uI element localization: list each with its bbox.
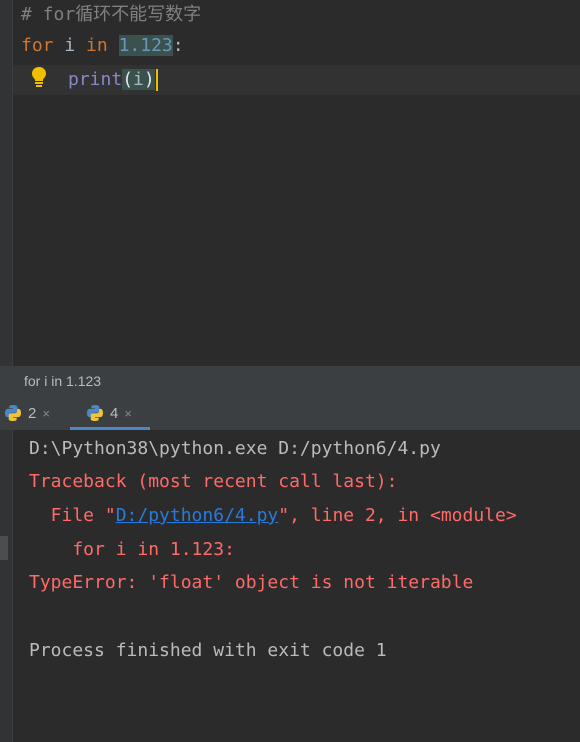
- run-tab-label: 2: [28, 404, 37, 422]
- console-error-line: TypeError: 'float' object is not iterabl…: [29, 572, 474, 593]
- code-line-1[interactable]: # for循环不能写数字: [21, 0, 201, 30]
- number-literal: 1.123: [118, 35, 173, 56]
- file-link[interactable]: D:/python6/4.py: [116, 505, 279, 526]
- console-file-line: File "D:/python6/4.py", line 2, in <modu…: [29, 501, 517, 531]
- run-tab-label: 4: [110, 404, 119, 422]
- loop-variable: i: [53, 35, 87, 56]
- close-paren: ): [143, 69, 155, 90]
- file-suffix: ", line 2, in <module>: [278, 505, 517, 526]
- argument: i: [133, 69, 144, 90]
- keyword-for: for: [21, 35, 54, 56]
- console-traceback-header: Traceback (most recent call last):: [29, 471, 398, 492]
- console-gutter-marker: [0, 536, 8, 560]
- breadcrumb-item[interactable]: for i in 1.123: [24, 366, 101, 396]
- close-icon[interactable]: ×: [42, 406, 50, 421]
- breadcrumb[interactable]: for i in 1.123: [0, 366, 580, 396]
- console-command-line: D:\Python38\python.exe D:/python6/4.py: [29, 438, 441, 459]
- run-tab-4[interactable]: 4 ×: [86, 396, 132, 430]
- open-paren: (: [122, 69, 134, 90]
- text-caret: [155, 69, 158, 91]
- colon: :: [172, 35, 184, 56]
- console-gutter: [0, 430, 13, 742]
- code-line-3[interactable]: print(i): [68, 65, 158, 95]
- close-icon[interactable]: ×: [124, 406, 132, 421]
- code-editor[interactable]: # for循环不能写数字 for i in 1.123: print(i): [0, 0, 580, 366]
- console-code-line: for i in 1.123:: [29, 539, 235, 560]
- lightbulb-icon[interactable]: [30, 66, 48, 88]
- run-console[interactable]: D:\Python38\python.exe D:/python6/4.py T…: [0, 430, 580, 742]
- console-exit-line: Process finished with exit code 1: [29, 640, 387, 661]
- editor-gutter: [0, 0, 13, 366]
- comment-text: 循环不能写数字: [75, 4, 202, 25]
- builtin-print: print: [68, 69, 123, 90]
- run-tab-bar: 2 × 4 ×: [0, 396, 580, 431]
- run-tab-2[interactable]: 2 ×: [4, 396, 50, 430]
- keyword-in: in: [86, 35, 108, 56]
- file-prefix: File ": [29, 505, 116, 526]
- code-line-2[interactable]: for i in 1.123:: [21, 31, 184, 61]
- python-icon: [5, 405, 21, 421]
- comment-prefix: # for: [21, 4, 76, 25]
- python-icon: [87, 405, 103, 421]
